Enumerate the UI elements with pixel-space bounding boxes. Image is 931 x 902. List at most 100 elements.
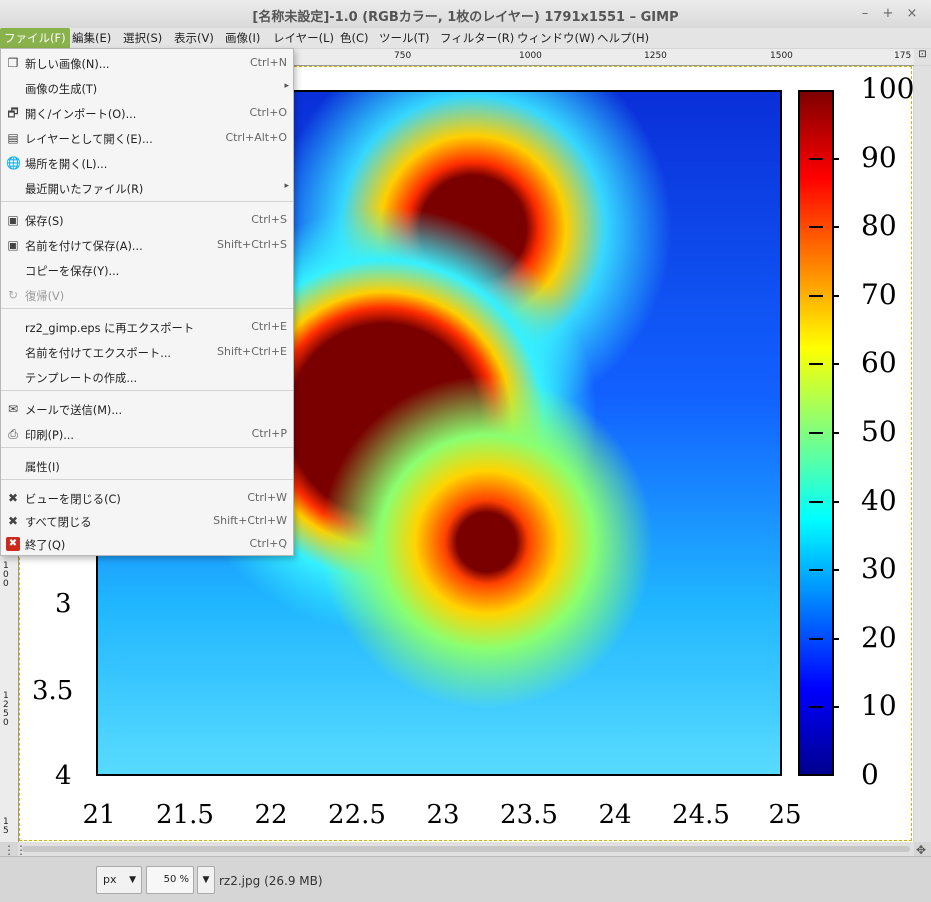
ruler-label: 1250 — [3, 691, 9, 728]
colorbar-tick-label: 90 — [861, 140, 897, 174]
colorbar-tick-mark — [832, 500, 839, 503]
colorbar-tick-mark — [809, 569, 823, 572]
menu-windows[interactable]: ウィンドウ(W) — [513, 28, 599, 48]
ruler-label: 100 — [3, 561, 9, 589]
vertical-scrollbar[interactable] — [914, 66, 931, 842]
unit-select[interactable]: px ▼ — [96, 866, 142, 894]
menu-help[interactable]: ヘルプ(H) — [593, 28, 653, 48]
y-tick-label: 3.5 — [32, 676, 74, 706]
y-tick-label: 3 — [55, 589, 72, 619]
menu-item[interactable]: ▤ レイヤーとして開く(E)... Ctrl+Alt+O — [1, 127, 293, 149]
zoom-dropdown-button[interactable]: ▼ — [197, 866, 215, 894]
menu-view[interactable]: 表示(V) — [170, 28, 218, 48]
colorbar-tick-mark — [809, 363, 823, 366]
menu-item-label: 最近開いたファイル(R) — [25, 183, 144, 196]
menu-item-shortcut: Ctrl+Alt+O — [225, 131, 287, 144]
menu-item-shortcut: Ctrl+S — [251, 213, 287, 226]
menu-file[interactable]: ファイル(F) — [0, 28, 70, 48]
menu-bar: ファイル(F) 編集(E) 選択(S) 表示(V) 画像(I) レイヤー(L) … — [0, 28, 931, 48]
menu-item[interactable]: ✉ メールで送信(M)... — [1, 398, 293, 420]
menu-item[interactable]: ⎙ 印刷(P)... Ctrl+P — [1, 423, 293, 445]
colorbar-tick-mark — [809, 706, 823, 709]
close-icon[interactable]: × — [903, 5, 921, 23]
menu-item-shortcut: Ctrl+O — [249, 106, 287, 119]
menu-edit[interactable]: 編集(E) — [68, 28, 115, 48]
menu-filters[interactable]: フィルター(R) — [436, 28, 518, 48]
menu-item-shortcut: Ctrl+Q — [249, 537, 287, 550]
menu-item[interactable]: 🗗 開く/インポート(O)... Ctrl+O — [1, 102, 293, 124]
colorbar-tick-mark — [832, 363, 839, 366]
menu-tools[interactable]: ツール(T) — [375, 28, 434, 48]
menu-colors[interactable]: 色(C) — [336, 28, 373, 48]
menu-item-shortcut: Shift+Ctrl+E — [217, 345, 287, 358]
menu-item-label: 属性(I) — [25, 461, 60, 474]
menu-item-label: 名前を付けて保存(A)... — [25, 240, 143, 253]
colorbar-tick-mark — [832, 226, 839, 229]
x-tick-label: 24 — [598, 800, 632, 830]
navigate-move-icon[interactable]: ✥ — [916, 843, 926, 857]
menu-item-label: 開く/インポート(O)... — [25, 108, 137, 121]
x-tick-label: 23.5 — [500, 800, 558, 830]
colorbar-tick-label: 100 — [861, 72, 913, 105]
menu-item-label: すべて閉じる — [25, 516, 92, 529]
y-tick-label: 4 — [55, 761, 72, 791]
quit-icon: ✖ — [6, 537, 20, 551]
menu-item[interactable]: 画像の生成(T) ▸ — [1, 77, 293, 99]
colorbar-tick-label: 0 — [861, 758, 879, 791]
submenu-arrow-icon: ▸ — [284, 81, 289, 91]
open-icon: 🗗 — [7, 106, 19, 120]
menu-select[interactable]: 選択(S) — [119, 28, 166, 48]
colorbar-tick-mark — [809, 294, 823, 297]
menu-item[interactable]: 属性(I) — [1, 455, 293, 477]
menu-item[interactable]: ❐ 新しい画像(N)... Ctrl+N — [1, 52, 293, 74]
ruler-label: 15 — [3, 817, 9, 836]
colorbar-tick-mark — [809, 637, 823, 640]
menu-item-label: 名前を付けてエクスポート... — [25, 347, 171, 360]
menu-item-shortcut: Shift+Ctrl+S — [217, 238, 287, 251]
menu-item[interactable]: 最近開いたファイル(R) ▸ — [1, 177, 293, 199]
horizontal-scrollbar[interactable] — [18, 842, 914, 856]
menu-item-label: 印刷(P)... — [25, 429, 74, 442]
menu-item[interactable]: ▣ 保存(S) Ctrl+S — [1, 209, 293, 231]
colorbar-tick-label: 60 — [861, 346, 897, 380]
menu-item[interactable]: コピーを保存(Y)... — [1, 259, 293, 281]
zoom-input[interactable]: 50 % — [146, 866, 194, 894]
menu-item-label: 復帰(V) — [25, 290, 65, 303]
x-tick-label: 22.5 — [328, 800, 386, 830]
unit-value: px — [103, 873, 117, 886]
menu-separator — [1, 479, 293, 480]
menu-item-label: コピーを保存(Y)... — [25, 265, 120, 278]
menu-item-shortcut: Shift+Ctrl+W — [213, 514, 287, 527]
menu-item[interactable]: 🌐 場所を開く(L)... — [1, 152, 293, 174]
menu-image[interactable]: 画像(I) — [221, 28, 264, 48]
quick-mask-icon[interactable]: ⋮⋮ — [3, 843, 27, 857]
menu-separator — [1, 447, 293, 448]
menu-item[interactable]: 名前を付けてエクスポート... Shift+Ctrl+E — [1, 341, 293, 363]
menu-item[interactable]: ✖ ビューを閉じる(C) Ctrl+W — [1, 487, 293, 509]
save-as-icon: ▣ — [7, 238, 19, 252]
menu-item-shortcut: Ctrl+P — [251, 427, 287, 440]
menu-item[interactable]: ▣ 名前を付けて保存(A)... Shift+Ctrl+S — [1, 234, 293, 256]
title-bar: [名称未設定]-1.0 (RGBカラー, 1枚のレイヤー) 1791x1551 … — [0, 0, 931, 29]
close-all-icon: ✖ — [7, 514, 19, 528]
menu-item-shortcut: Ctrl+E — [251, 320, 287, 333]
menu-item[interactable]: ✖ 終了(Q) Ctrl+Q — [1, 533, 293, 555]
maximize-icon[interactable]: + — [879, 5, 897, 23]
minimize-icon[interactable]: – — [856, 5, 874, 23]
menu-item[interactable]: ✖ すべて閉じる Shift+Ctrl+W — [1, 510, 293, 532]
navigate-icon[interactable]: ⊡ — [914, 49, 931, 65]
colorbar-tick-label: 30 — [861, 552, 897, 586]
menu-item-shortcut: Ctrl+W — [247, 491, 287, 504]
menu-item[interactable]: テンプレートの作成... — [1, 366, 293, 388]
colorbar-tick-mark — [832, 637, 839, 640]
status-bar: px ▼ 50 % ▼ rz2.jpg (26.9 MB) — [0, 856, 931, 902]
x-tick-label: 25 — [768, 800, 802, 830]
menu-separator — [1, 308, 293, 309]
scrollbar-thumb[interactable] — [22, 846, 910, 852]
colorbar-tick-mark — [832, 157, 839, 160]
menu-layer[interactable]: レイヤー(L) — [269, 28, 338, 48]
menu-item[interactable]: rz2_gimp.eps に再エクスポート Ctrl+E — [1, 316, 293, 338]
mail-icon: ✉ — [7, 402, 19, 416]
ruler-label: 1000 — [519, 51, 542, 61]
menu-item-label: テンプレートの作成... — [25, 372, 138, 385]
